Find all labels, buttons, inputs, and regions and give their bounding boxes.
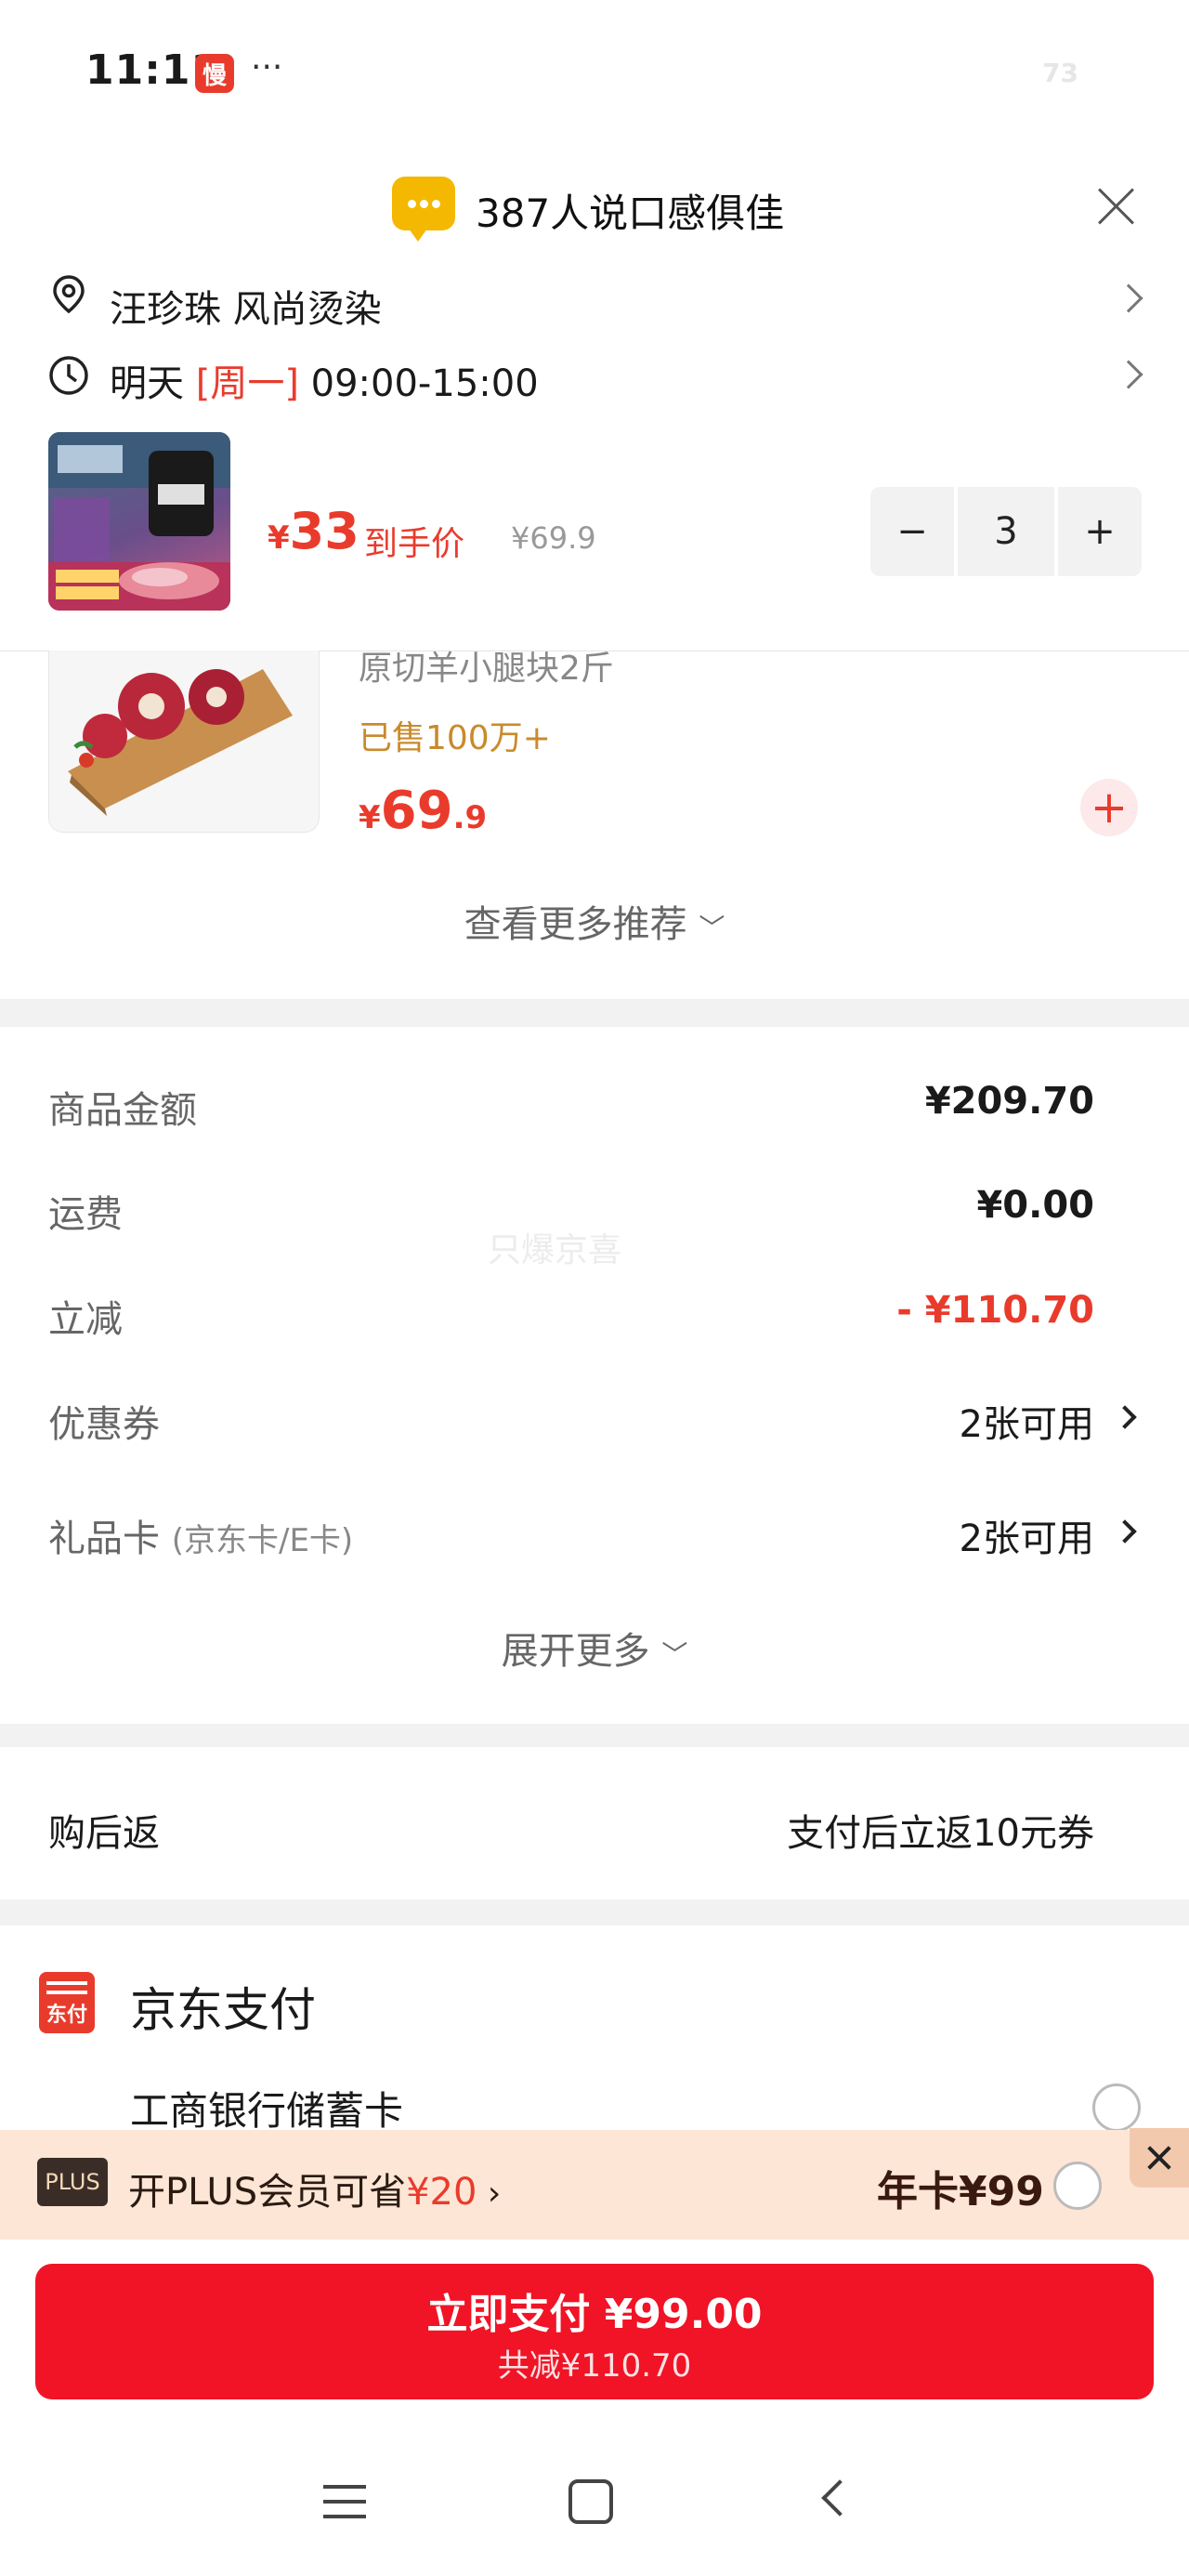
delivery-day: 明天	[110, 362, 184, 405]
increase-quantity-button[interactable]: +	[1058, 487, 1142, 576]
plus-icon: +	[1084, 510, 1116, 553]
goods-amount-value: ¥209.70	[924, 1080, 1094, 1123]
close-icon[interactable]	[1096, 186, 1137, 227]
nav-home-icon[interactable]	[568, 2479, 613, 2524]
pay-total-discount: 共减¥110.70	[497, 2347, 692, 2385]
delivery-slot: 09:00-15:00	[310, 362, 539, 405]
pay-now-button[interactable]: 立即支付 ¥99.00 共减¥110.70	[35, 2264, 1154, 2399]
jd-pay-title: 京东支付	[130, 1983, 316, 2037]
bank-card-name: 工商银行储蓄卡	[130, 2088, 404, 2134]
comment-bubble-icon	[392, 177, 455, 242]
recommendation-sold-count: 已售100万+	[359, 719, 551, 757]
quantity-value[interactable]: 3	[958, 487, 1054, 576]
chevron-right-icon	[1114, 360, 1143, 389]
after-purchase-label: 购后返	[48, 1812, 160, 1855]
shipping-label: 运费	[48, 1193, 123, 1236]
chevron-right-icon: ›	[477, 2175, 502, 2213]
chevron-down-icon: ﹀	[699, 913, 725, 943]
pay-now-label: 立即支付 ¥99.00	[426, 2291, 763, 2338]
nav-menu-icon[interactable]	[323, 2483, 366, 2520]
recommendation-image	[68, 669, 293, 816]
plus-year-card-price: 年卡¥99	[877, 2168, 1044, 2215]
delivery-time: 明天 [周一] 09:00-15:00	[110, 353, 539, 407]
more-recommendations-link[interactable]: 查看更多推荐 ﹀	[0, 894, 1189, 948]
chevron-right-icon	[1114, 283, 1143, 313]
discount-label: 立减	[48, 1298, 123, 1341]
product-price-value: 33	[289, 502, 359, 560]
more-recommendations-label: 查看更多推荐	[464, 903, 687, 946]
plus-icon: +	[1090, 782, 1129, 834]
decrease-quantity-button[interactable]: −	[870, 487, 954, 576]
status-more-icon: ···	[251, 48, 283, 86]
product-thumbnail[interactable]	[48, 432, 230, 611]
quantity-stepper: − 3 +	[870, 487, 1142, 576]
jd-pay-icon-text: 东付	[46, 2004, 87, 2027]
bank-card-radio[interactable]	[1092, 2083, 1141, 2132]
after-purchase-value: 支付后立返10元券	[787, 1812, 1094, 1855]
expand-more-link[interactable]: 展开更多 ﹀	[0, 1621, 1189, 1675]
goods-amount-label: 商品金额	[48, 1089, 197, 1132]
review-banner-text: 387人说口感俱佳	[476, 191, 785, 236]
gift-card-note: (京东卡/E卡)	[171, 1522, 354, 1559]
original-price: ¥69.9	[511, 520, 596, 556]
recommendation-thumbnail[interactable]	[48, 651, 320, 833]
coupon-label: 优惠券	[48, 1403, 160, 1446]
gift-card-label: 礼品卡	[48, 1518, 160, 1560]
delivery-weekday: [周一]	[195, 362, 299, 405]
plus-save-amount: ¥20	[406, 2171, 477, 2214]
expand-more-label: 展开更多	[501, 1630, 650, 1673]
shipping-value: ¥0.00	[976, 1184, 1094, 1227]
plus-badge-text: PLUS	[45, 2169, 100, 2195]
recommendation-price-int: 69	[380, 781, 453, 841]
plus-badge: PLUS	[37, 2158, 108, 2206]
plus-promo-text[interactable]: 开PLUS会员可省¥20 ›	[128, 2162, 501, 2215]
recommendation-price: ¥69.9	[359, 781, 487, 841]
minus-icon: −	[896, 510, 928, 553]
watermark: 只爆京喜	[488, 1231, 622, 1269]
gift-card-label-group: 礼品卡 (京东卡/E卡)	[48, 1508, 353, 1562]
product-final-price: ¥33	[268, 502, 359, 560]
chevron-down-icon: ﹀	[661, 1639, 688, 1670]
jd-pay-icon: 东付	[39, 1972, 95, 2033]
product-image	[48, 432, 230, 611]
add-to-cart-button[interactable]: +	[1080, 779, 1138, 836]
recommendation-price-dec: .9	[452, 799, 488, 836]
delivery-address: 汪珍珠 风尚烫染	[110, 288, 382, 331]
final-price-tag: 到手价	[364, 525, 465, 563]
close-icon[interactable]	[1130, 2128, 1189, 2188]
coupon-value: 2张可用	[959, 1403, 1094, 1446]
plus-promo-prefix: 开PLUS会员可省	[128, 2171, 407, 2214]
battery-level: 73	[1042, 58, 1078, 88]
gift-card-value: 2张可用	[959, 1518, 1094, 1560]
location-pin-icon	[53, 275, 85, 314]
app-notification-icon: 慢	[195, 54, 234, 93]
recommendation-name: 原切羊小腿块2斤	[359, 650, 614, 688]
quantity-text: 3	[994, 510, 1018, 553]
currency-symbol: ¥	[268, 519, 290, 557]
discount-value: - ¥110.70	[896, 1289, 1094, 1332]
currency-symbol: ¥	[359, 799, 381, 836]
clock-icon	[49, 356, 88, 395]
plus-year-card-radio[interactable]	[1053, 2162, 1102, 2210]
